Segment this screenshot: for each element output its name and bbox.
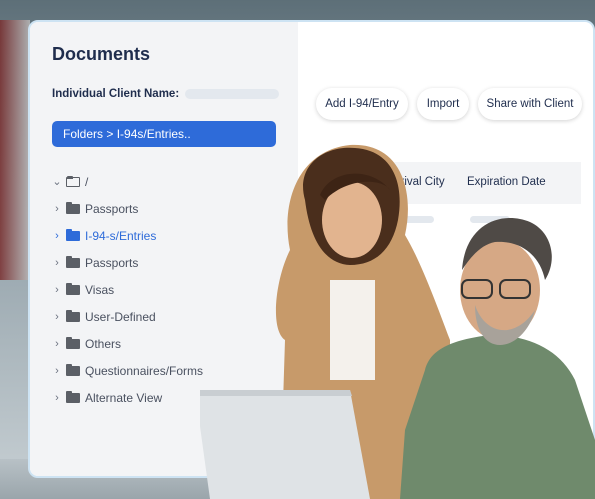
tree-item-label: Passports (85, 201, 139, 216)
chevron-right-icon[interactable]: › (50, 338, 64, 350)
tree-item-questionnaires[interactable]: › Questionnaires/Forms (50, 357, 203, 384)
tree-item-label: Alternate View (85, 390, 163, 405)
tree-item-label: Questionnaires/Forms (85, 363, 204, 378)
import-button[interactable]: Import (417, 88, 469, 120)
add-i94-entry-button[interactable]: Add I-94/Entry (316, 88, 408, 120)
tree-item-alternate-view[interactable]: › Alternate View (50, 384, 203, 411)
client-name-row: Individual Client Name: (52, 88, 280, 100)
tree-item-i94-entries[interactable]: › I-94-s/Entries (50, 222, 203, 249)
folder-tree: ⌄ / › Passports › I-94-s/Entries › Passp… (50, 168, 203, 411)
tree-item-passports-2[interactable]: › Passports (50, 249, 203, 276)
page-title: Documents (52, 44, 151, 64)
chevron-right-icon[interactable]: › (50, 230, 64, 242)
tree-item-passports[interactable]: › Passports (50, 195, 203, 222)
chevron-right-icon[interactable]: › (50, 365, 64, 377)
background-shelf (0, 20, 30, 280)
tree-item-others[interactable]: › Others (50, 330, 203, 357)
chevron-right-icon[interactable]: › (50, 311, 64, 323)
chevron-right-icon[interactable]: › (50, 392, 64, 404)
chevron-right-icon[interactable]: › (50, 284, 64, 296)
folder-icon (66, 282, 80, 295)
client-name-field[interactable] (185, 89, 280, 99)
tree-item-label: Visas (85, 282, 115, 297)
tree-item-label: I-94-s/Entries (85, 228, 157, 243)
client-name-label: Individual Client Name: (52, 88, 180, 100)
tree-item-visas[interactable]: › Visas (50, 276, 203, 303)
folder-icon (66, 390, 80, 403)
folder-icon (66, 201, 80, 214)
folder-icon (66, 336, 80, 349)
folder-icon (66, 363, 80, 376)
tree-item-user-defined[interactable]: › User-Defined (50, 303, 203, 330)
folder-icon (66, 228, 80, 241)
people-photo (200, 144, 595, 499)
tree-item-label: Passports (85, 255, 139, 270)
chevron-right-icon[interactable]: › (50, 203, 64, 215)
chevron-down-icon[interactable]: ⌄ (50, 175, 64, 188)
tree-root[interactable]: ⌄ / (50, 168, 203, 195)
folder-icon (66, 255, 80, 268)
chevron-right-icon[interactable]: › (50, 257, 64, 269)
tree-root-label: / (85, 174, 89, 189)
tree-item-label: Others (85, 336, 122, 351)
folder-open-icon (66, 175, 80, 187)
folder-icon (66, 309, 80, 322)
tree-item-label: User-Defined (85, 309, 156, 324)
share-with-client-button[interactable]: Share with Client (478, 88, 582, 120)
